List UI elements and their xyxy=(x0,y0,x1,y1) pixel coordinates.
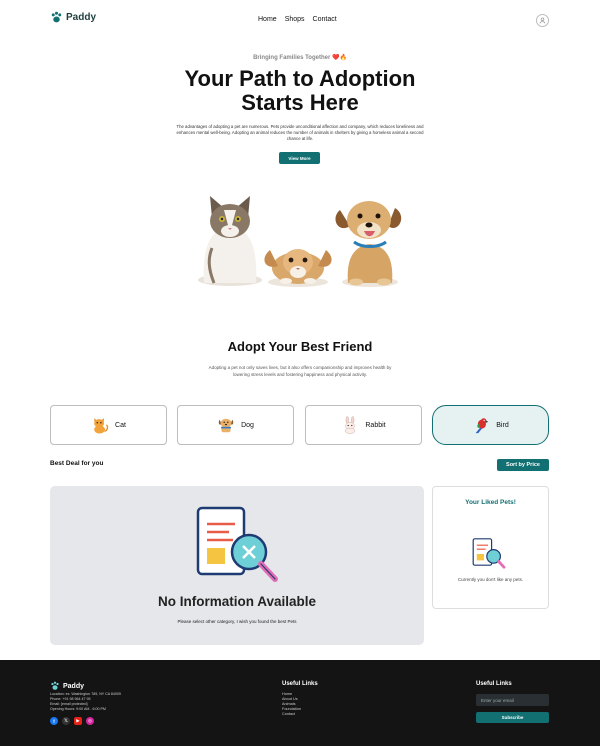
footer-contact-info: Location: ex. Washington 789, NY CA 8400… xyxy=(50,692,121,712)
category-rabbit-label: Rabbit xyxy=(365,421,386,429)
hero-description: The advantages of adopting a pet are num… xyxy=(176,124,424,141)
best-deal-heading: Best Deal for you xyxy=(50,460,104,467)
footer-subscribe-title: Useful Links xyxy=(476,681,512,687)
empty-state-subtitle: Please select other category, I wish you… xyxy=(177,619,297,624)
category-cat-button[interactable]: Cat xyxy=(50,405,167,445)
footer-links: Home About Us Animals Foundation Contact xyxy=(282,692,301,717)
liked-pets-title: Your Liked Pets! xyxy=(465,499,516,506)
paw-icon xyxy=(51,681,59,690)
main-nav: Home Shops Contact xyxy=(258,16,337,23)
dog-icon xyxy=(218,418,234,433)
bird-icon xyxy=(475,418,489,434)
hero-tagline: Bringing Families Together ❤️🔥 xyxy=(253,55,347,61)
cat-illustration xyxy=(198,196,262,286)
category-rabbit-button[interactable]: Rabbit xyxy=(305,405,422,445)
footer-brand-name: Paddy xyxy=(63,682,85,690)
cat-icon xyxy=(94,418,109,434)
user-account-button[interactable] xyxy=(536,14,549,27)
youtube-icon[interactable]: ▶ xyxy=(74,717,82,725)
dog-illustration xyxy=(335,201,402,287)
no-data-illustration xyxy=(196,506,278,582)
site-header: Paddy Home Shops Contact xyxy=(0,0,600,40)
hero-title-line2: Starts Here xyxy=(241,90,359,115)
liked-pets-empty-text: Currently you don't like any pets. xyxy=(457,577,524,582)
category-dog-button[interactable]: Dog xyxy=(177,405,294,445)
view-more-button[interactable]: View More xyxy=(279,152,320,164)
empty-state-title: No Information Available xyxy=(157,594,317,609)
rabbit-illustration xyxy=(264,249,332,287)
hero-title: Your Path to Adoption Starts Here xyxy=(0,67,600,115)
logo[interactable]: Paddy xyxy=(50,11,96,24)
hero-title-line1: Your Path to Adoption xyxy=(184,66,416,91)
paw-icon xyxy=(51,11,62,23)
adopt-title: Adopt Your Best Friend xyxy=(227,339,373,354)
sort-by-price-button[interactable]: Sort by Price xyxy=(497,459,549,471)
footer-logo[interactable]: Paddy xyxy=(50,681,84,691)
user-icon xyxy=(539,17,546,24)
category-bird-label: Bird xyxy=(496,421,509,429)
footer-links-title: Useful Links xyxy=(282,681,318,687)
subscribe-button[interactable]: Subscribe xyxy=(476,712,549,723)
category-cat-label: Cat xyxy=(115,421,126,429)
no-liked-pets-illustration xyxy=(472,538,506,569)
category-dog-label: Dog xyxy=(241,421,254,429)
newsletter-email-input[interactable] xyxy=(476,694,549,706)
x-icon[interactable]: 𝕏 xyxy=(62,717,70,725)
nav-home[interactable]: Home xyxy=(258,16,277,23)
facebook-icon[interactable]: f xyxy=(50,717,58,725)
footer-link-contact[interactable]: Contact xyxy=(282,712,301,717)
nav-shops[interactable]: Shops xyxy=(285,16,305,23)
brand-name: Paddy xyxy=(66,12,97,23)
adopt-description: Adopting a pet not only saves lives, but… xyxy=(208,365,392,377)
category-bird-button[interactable]: Bird xyxy=(432,405,549,445)
nav-contact[interactable]: Contact xyxy=(313,16,337,23)
footer-hours: Opening Hours: 9:00 AM - 6:00 PM xyxy=(50,707,106,711)
rabbit-icon xyxy=(345,416,356,434)
instagram-icon[interactable]: ◎ xyxy=(86,717,94,725)
social-links: f 𝕏 ▶ ◎ xyxy=(50,717,94,725)
hero-pets-image xyxy=(198,196,402,287)
